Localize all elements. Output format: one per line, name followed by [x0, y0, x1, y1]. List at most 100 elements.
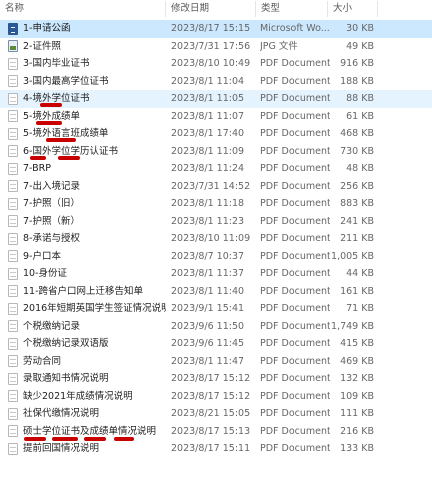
file-row[interactable]: 硕士学位证书及成绩单情况说明 2023/8/17 15:13 PDF Docum…: [0, 423, 432, 441]
file-date: 2023/8/21 15:05: [171, 408, 251, 419]
file-row[interactable]: 劳动合同 2023/8/1 11:47 PDF Document 469 KB: [0, 353, 432, 371]
file-size: 241 KB: [340, 215, 374, 227]
file-type: PDF Document: [260, 163, 330, 174]
column-header-type[interactable]: 类型: [256, 0, 328, 18]
file-type: PDF Document: [260, 373, 330, 384]
file-name-cell: 录取通知书情况说明: [8, 370, 166, 388]
file-date: 2023/7/31 17:56: [171, 40, 251, 52]
file-name: 3-国内毕业证书: [23, 58, 90, 69]
file-date: 2023/8/10 11:09: [171, 233, 251, 244]
pdf-file-icon: [8, 110, 18, 123]
file-row[interactable]: 6-国外学位学历认证书 2023/8/1 11:09 PDF Document …: [0, 143, 432, 161]
pdf-file-icon: [8, 320, 18, 333]
file-name: 7-护照（旧）: [23, 198, 80, 209]
file-row[interactable]: 社保代缴情况说明 2023/8/21 15:05 PDF Document 11…: [0, 405, 432, 423]
file-size: 256 KB: [340, 180, 374, 192]
file-row[interactable]: 个税缴纳记录 2023/9/6 11:50 PDF Document 1,749…: [0, 318, 432, 336]
file-row[interactable]: 7-护照（旧） 2023/8/1 11:18 PDF Document 883 …: [0, 195, 432, 213]
file-date: 2023/8/1 11:07: [171, 110, 245, 122]
file-row[interactable]: 7-护照（新） 2023/8/1 11:23 PDF Document 241 …: [0, 213, 432, 231]
pdf-file-icon: [8, 57, 18, 70]
file-size: 132 KB: [340, 373, 374, 384]
file-row[interactable]: 2-证件照 2023/7/31 17:56 JPG 文件 49 KB: [0, 38, 432, 56]
file-date: 2023/7/31 14:52: [171, 180, 251, 192]
file-row[interactable]: 11-跨省户口网上迁移告知单 2023/8/1 11:40 PDF Docume…: [0, 283, 432, 301]
file-name: 劳动合同: [23, 355, 62, 367]
file-size: 916 KB: [340, 58, 374, 69]
file-row[interactable]: 2016年短期英国学生签证情况说明 2023/9/1 15:41 PDF Doc…: [0, 300, 432, 318]
pdf-file-icon: [8, 180, 18, 193]
pdf-file-icon: [8, 302, 18, 315]
file-name: 9-户口本: [23, 250, 61, 262]
file-size: 133 KB: [340, 443, 374, 454]
file-row[interactable]: 个税缴纳记录双语版 2023/9/6 11:45 PDF Document 41…: [0, 335, 432, 353]
file-row[interactable]: 7-BRP 2023/8/1 11:24 PDF Document 48 KB: [0, 160, 432, 178]
file-date: 2023/8/1 11:04: [171, 75, 245, 87]
file-size: 469 KB: [340, 355, 374, 367]
file-name: 7-护照（新）: [23, 215, 80, 227]
pdf-file-icon: [8, 372, 18, 385]
column-header-date[interactable]: 修改日期: [166, 0, 256, 18]
file-size: 61 KB: [346, 110, 374, 122]
file-date: 2023/9/6 11:50: [171, 320, 245, 332]
file-name-cell: 社保代缴情况说明: [8, 405, 166, 423]
file-type: PDF Document: [260, 320, 330, 332]
file-size: 211 KB: [340, 233, 374, 244]
file-name: 缺少2021年成绩情况说明: [23, 390, 133, 402]
file-name-cell: 2016年短期英国学生签证情况说明: [8, 300, 166, 318]
file-type: PDF Document: [260, 180, 330, 192]
file-size: 1,749 KB: [331, 320, 374, 332]
file-row[interactable]: 8-承诺与授权 2023/8/10 11:09 PDF Document 211…: [0, 230, 432, 248]
pdf-file-icon: [8, 390, 18, 403]
red-annotation-mark: [40, 103, 62, 107]
file-name-cell: 7-护照（旧）: [8, 195, 166, 213]
file-name: 8-承诺与授权: [23, 233, 80, 244]
file-row[interactable]: 7-出入境记录 2023/7/31 14:52 PDF Document 256…: [0, 178, 432, 196]
file-name: 11-跨省户口网上迁移告知单: [23, 285, 144, 297]
pdf-file-icon: [8, 197, 18, 210]
column-header-name[interactable]: 名称: [0, 0, 165, 18]
file-size: 111 KB: [340, 408, 374, 419]
file-type: PDF Document: [260, 75, 330, 87]
column-header-bar: 名称 修改日期 类型 大小: [0, 0, 432, 18]
file-type: PDF Document: [260, 128, 330, 139]
file-row[interactable]: 10-身份证 2023/8/1 11:37 PDF Document 44 KB: [0, 265, 432, 283]
file-name: 个税缴纳记录双语版: [23, 338, 109, 349]
file-size: 883 KB: [340, 198, 374, 209]
file-row[interactable]: 提前回国情况说明 2023/8/17 15:11 PDF Document 13…: [0, 440, 432, 458]
file-row[interactable]: 5-境外语言班成绩单 2023/8/1 17:40 PDF Document 4…: [0, 125, 432, 143]
pdf-file-icon: [8, 75, 18, 88]
file-type: PDF Document: [260, 355, 330, 367]
file-size: 415 KB: [340, 338, 374, 349]
file-row[interactable]: 3-国内毕业证书 2023/8/10 10:49 PDF Document 91…: [0, 55, 432, 73]
file-type: PDF Document: [260, 408, 330, 419]
file-name-cell: 10-身份证: [8, 265, 166, 283]
file-type: PDF Document: [260, 338, 330, 349]
file-date: 2023/8/1 11:24: [171, 163, 245, 174]
file-type: PDF Document: [260, 58, 330, 69]
file-row[interactable]: 录取通知书情况说明 2023/8/17 15:12 PDF Document 1…: [0, 370, 432, 388]
file-row[interactable]: 4-境外学位证书 2023/8/1 11:05 PDF Document 88 …: [0, 90, 432, 108]
red-annotation-mark: [46, 138, 76, 142]
file-row[interactable]: 3-国内最高学位证书 2023/8/1 11:04 PDF Document 1…: [0, 73, 432, 91]
column-divider[interactable]: [377, 1, 378, 17]
file-name: 个税缴纳记录: [23, 320, 81, 332]
file-date: 2023/8/1 11:47: [171, 355, 245, 367]
file-name: 3-国内最高学位证书: [23, 75, 109, 87]
file-row[interactable]: 缺少2021年成绩情况说明 2023/8/17 15:12 PDF Docume…: [0, 388, 432, 406]
file-size: 730 KB: [340, 145, 374, 157]
column-header-size[interactable]: 大小: [328, 0, 378, 18]
file-row[interactable]: 9-户口本 2023/8/7 10:37 PDF Document 1,005 …: [0, 248, 432, 266]
file-name-cell: 3-国内最高学位证书: [8, 73, 166, 91]
file-name-cell: 4-境外学位证书: [8, 90, 166, 108]
file-name-cell: 9-户口本: [8, 248, 166, 266]
file-name: 录取通知书情况说明: [23, 373, 109, 384]
file-row[interactable]: 5-境外成绩单 2023/8/1 11:07 PDF Document 61 K…: [0, 108, 432, 126]
file-date: 2023/9/1 15:41: [171, 303, 245, 314]
file-name-cell: 2-证件照: [8, 38, 166, 56]
file-row[interactable]: 1-申请公函 2023/8/17 15:15 Microsoft Wo... 3…: [0, 20, 432, 38]
file-list: 1-申请公函 2023/8/17 15:15 Microsoft Wo... 3…: [0, 20, 432, 458]
pdf-file-icon: [8, 92, 18, 105]
file-date: 2023/8/10 10:49: [171, 58, 251, 69]
red-annotation-mark: [36, 120, 62, 125]
